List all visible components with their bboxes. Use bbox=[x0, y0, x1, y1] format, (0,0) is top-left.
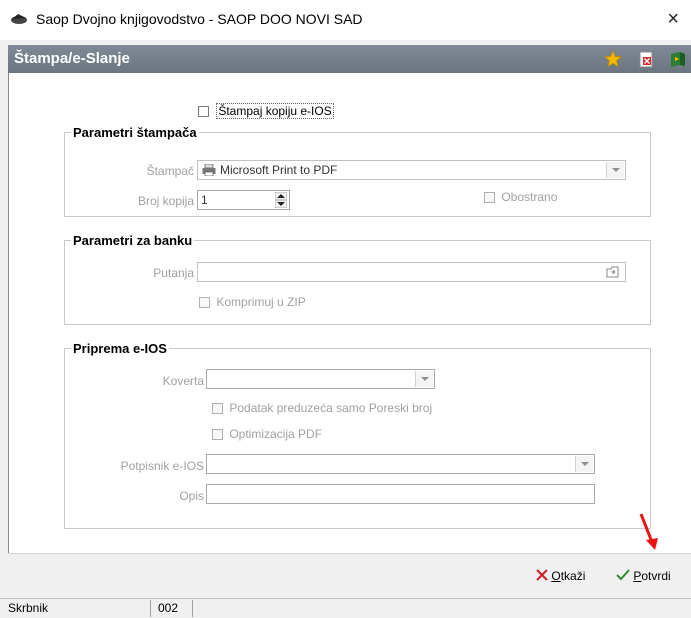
dialog-content: Štampaj kopiju e-IOS Parametri štampača … bbox=[8, 73, 691, 553]
printer-params-legend: Parametri štampača bbox=[73, 125, 197, 140]
cancel-label-rest: tkaži bbox=[560, 569, 586, 583]
book-exit-icon[interactable] bbox=[668, 49, 688, 69]
pdf-optimization-row[interactable]: Optimizacija PDF bbox=[212, 427, 322, 441]
description-input[interactable] bbox=[206, 484, 595, 504]
browse-folder-icon[interactable] bbox=[605, 264, 621, 280]
company-tax-row[interactable]: Podatak preduzeća samo Poreski broj bbox=[212, 401, 432, 415]
signer-dropdown-arrow-icon[interactable] bbox=[575, 456, 593, 472]
checkmark-icon bbox=[616, 569, 630, 581]
pdf-optimization-label: Optimizacija PDF bbox=[229, 427, 323, 441]
copies-value: 1 bbox=[201, 193, 208, 207]
cancel-x-icon bbox=[536, 569, 548, 581]
dialog-title: Štampa/e-Slanje bbox=[14, 50, 130, 67]
red-arrow-icon bbox=[639, 513, 658, 550]
duplex-row[interactable]: Obostrano bbox=[484, 190, 557, 204]
status-bar: Skrbnik 002 bbox=[0, 598, 691, 618]
window-title: Saop Dvojno knjigovodstvo - SAOP DOO NOV… bbox=[36, 11, 363, 27]
document-close-icon[interactable] bbox=[636, 49, 656, 69]
window-titlebar: Saop Dvojno knjigovodstvo - SAOP DOO NOV… bbox=[0, 0, 691, 40]
envelope-dropdown-arrow-icon[interactable] bbox=[415, 371, 433, 387]
eios-prep-legend: Priprema e-IOS bbox=[73, 341, 167, 356]
zip-checkbox[interactable] bbox=[199, 297, 210, 309]
company-tax-checkbox[interactable] bbox=[212, 403, 223, 415]
cancel-button[interactable]: Otkaži bbox=[536, 569, 585, 583]
confirm-label-rest: otvrdi bbox=[641, 569, 671, 583]
zip-label: Komprimuj u ZIP bbox=[216, 295, 306, 309]
signer-label: Potpisnik e-IOS bbox=[120, 459, 204, 473]
cancel-underlined-letter: O bbox=[551, 569, 561, 583]
favorite-star-icon[interactable] bbox=[603, 49, 623, 69]
envelope-select[interactable] bbox=[206, 369, 435, 389]
path-input[interactable] bbox=[197, 262, 626, 282]
bank-params-legend: Parametri za banku bbox=[73, 233, 193, 248]
copies-stepper[interactable]: 1 bbox=[197, 190, 290, 210]
pdf-optimization-checkbox[interactable] bbox=[212, 429, 223, 441]
printer-value: Microsoft Print to PDF bbox=[220, 163, 338, 177]
duplex-label: Obostrano bbox=[501, 190, 558, 204]
copy-eios-label: Štampaj kopiju e-IOS bbox=[216, 103, 334, 119]
confirm-button[interactable]: Potvrdi bbox=[616, 569, 671, 583]
close-window-button[interactable]: × bbox=[667, 8, 679, 31]
app-logo-icon bbox=[11, 14, 27, 24]
envelope-label: Koverta bbox=[162, 374, 204, 388]
path-label: Putanja bbox=[153, 266, 194, 280]
description-label: Opis bbox=[179, 489, 204, 503]
company-tax-label: Podatak preduzeća samo Poreski broj bbox=[229, 401, 433, 415]
copies-label: Broj kopija bbox=[137, 194, 194, 208]
status-user: Skrbnik bbox=[8, 600, 151, 617]
dialog-footer: Otkaži Potvrdi bbox=[8, 553, 691, 598]
dialog-header: Štampa/e-Slanje bbox=[8, 45, 691, 73]
zip-row[interactable]: Komprimuj u ZIP bbox=[199, 295, 306, 309]
copy-eios-checkbox[interactable] bbox=[198, 106, 209, 118]
status-code: 002 bbox=[158, 600, 193, 617]
printer-dropdown-arrow-icon[interactable] bbox=[606, 162, 624, 178]
signer-select[interactable] bbox=[206, 454, 595, 474]
printer-icon bbox=[202, 164, 216, 176]
duplex-checkbox[interactable] bbox=[484, 192, 495, 204]
copy-eios-row[interactable]: Štampaj kopiju e-IOS bbox=[198, 103, 334, 119]
printer-select[interactable]: Microsoft Print to PDF bbox=[197, 160, 626, 180]
spin-arrows-icon[interactable] bbox=[275, 192, 287, 208]
printer-label: Štampač bbox=[146, 164, 194, 178]
